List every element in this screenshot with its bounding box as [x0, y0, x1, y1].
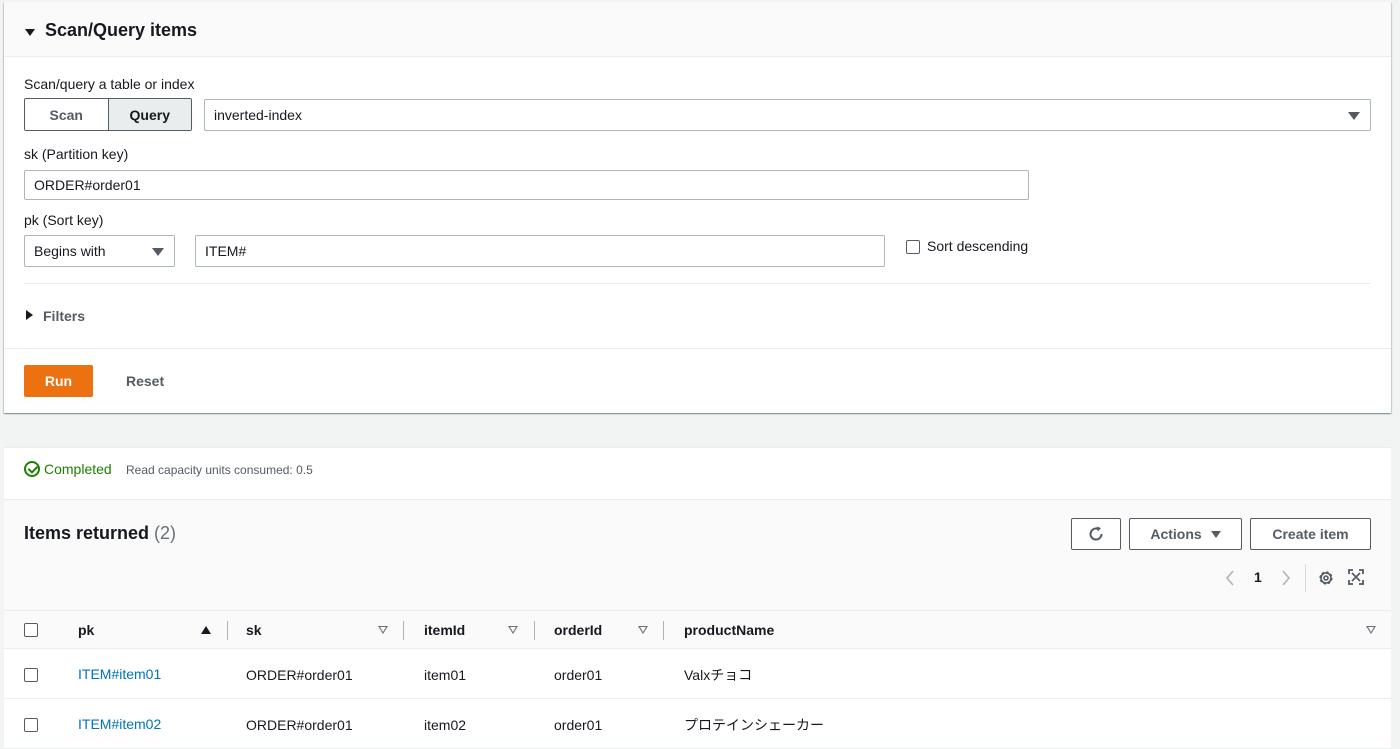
table-header: pk sk itemId orderId productName	[4, 610, 1391, 649]
scan-button[interactable]: Scan	[25, 99, 108, 130]
column-header-productname[interactable]: productName	[684, 622, 774, 638]
sort-descending-label: Sort descending	[927, 238, 1029, 254]
column-header-pk[interactable]: pk	[78, 622, 94, 638]
status-text: Completed	[44, 461, 112, 477]
chevron-left-icon[interactable]	[1224, 569, 1236, 587]
caret-down-icon[interactable]	[25, 29, 35, 36]
caret-down-icon	[1348, 112, 1360, 120]
reset-button[interactable]: Reset	[126, 373, 164, 389]
itemid-cell: item01	[424, 667, 467, 683]
productname-cell: Valxチョコ	[684, 667, 753, 683]
query-button[interactable]: Query	[107, 99, 191, 130]
orderid-cell: order01	[554, 667, 603, 683]
filters-toggle[interactable]: Filters	[43, 308, 85, 324]
table-row[interactable]: ITEM#item02 ORDER#order01 item02 order01…	[4, 699, 1391, 749]
items-count: (2)	[154, 523, 176, 543]
create-item-button[interactable]: Create item	[1250, 518, 1371, 550]
run-button[interactable]: Run	[24, 365, 93, 397]
sort-descending-checkbox[interactable]	[906, 240, 920, 254]
mode-label: Scan/query a table or index	[24, 76, 195, 92]
table-row[interactable]: ITEM#item01 ORDER#order01 item01 order01…	[4, 649, 1391, 699]
refresh-button[interactable]	[1071, 518, 1121, 550]
row-checkbox[interactable]	[24, 718, 38, 732]
sort-icon[interactable]	[638, 626, 648, 634]
sort-icon[interactable]	[508, 626, 518, 634]
check-circle-icon	[24, 461, 40, 477]
items-header: Items returned (2) Actions Create item 1	[4, 500, 1391, 610]
sort-key-label: pk (Sort key)	[24, 212, 104, 228]
sort-key-value: ITEM#	[205, 243, 247, 259]
column-separator	[663, 621, 664, 640]
caret-right-icon[interactable]	[26, 310, 33, 320]
status-row: Completed Read capacity units consumed: …	[4, 448, 1391, 500]
pk-link[interactable]: ITEM#item02	[78, 716, 161, 732]
sk-cell: ORDER#order01	[246, 667, 353, 683]
capacity-text: Read capacity units consumed: 0.5	[126, 463, 313, 477]
column-header-itemid[interactable]: itemId	[424, 622, 465, 638]
refresh-icon	[1089, 526, 1103, 541]
partition-key-value: ORDER#order01	[34, 177, 141, 193]
column-separator	[534, 621, 535, 640]
sort-condition-select[interactable]: Begins with	[24, 235, 175, 267]
divider	[1305, 564, 1306, 592]
caret-down-icon	[1210, 530, 1221, 538]
actions-label: Actions	[1150, 526, 1202, 542]
partition-key-input[interactable]: ORDER#order01	[24, 170, 1029, 200]
sort-key-input[interactable]: ITEM#	[195, 235, 885, 267]
index-select[interactable]: inverted-index	[204, 99, 1371, 131]
pk-link[interactable]: ITEM#item01	[78, 666, 161, 682]
chevron-right-icon[interactable]	[1280, 569, 1292, 587]
items-title: Items returned	[24, 523, 150, 543]
itemid-cell: item02	[424, 717, 467, 733]
orderid-cell: order01	[554, 717, 603, 733]
sort-icon[interactable]	[378, 626, 388, 634]
panel-header[interactable]: Scan/Query items	[4, 2, 1391, 57]
fullscreen-icon[interactable]	[1348, 569, 1364, 585]
caret-down-icon	[152, 248, 164, 256]
column-separator	[227, 621, 228, 640]
gear-icon[interactable]	[1317, 569, 1335, 587]
scan-query-toggle: Scan Query	[24, 98, 192, 131]
index-select-value: inverted-index	[214, 107, 302, 123]
divider	[4, 348, 1391, 349]
scan-query-panel: Scan/Query items Scan/query a table or i…	[4, 2, 1391, 413]
sk-cell: ORDER#order01	[246, 717, 353, 733]
divider	[24, 283, 1371, 284]
results-panel: Completed Read capacity units consumed: …	[4, 447, 1391, 749]
actions-button[interactable]: Actions	[1129, 518, 1242, 550]
page-number[interactable]: 1	[1254, 569, 1262, 585]
sort-ascending-icon[interactable]	[201, 626, 211, 634]
panel-title: Scan/Query items	[45, 20, 198, 40]
column-header-orderid[interactable]: orderId	[554, 622, 602, 638]
select-all-checkbox[interactable]	[24, 623, 38, 637]
productname-cell: プロテインシェーカー	[684, 717, 824, 733]
partition-key-label: sk (Partition key)	[24, 146, 129, 162]
sort-icon[interactable]	[1366, 626, 1376, 634]
column-header-sk[interactable]: sk	[246, 622, 262, 638]
row-checkbox[interactable]	[24, 668, 38, 682]
sort-condition-value: Begins with	[34, 243, 106, 259]
column-separator	[403, 621, 404, 640]
